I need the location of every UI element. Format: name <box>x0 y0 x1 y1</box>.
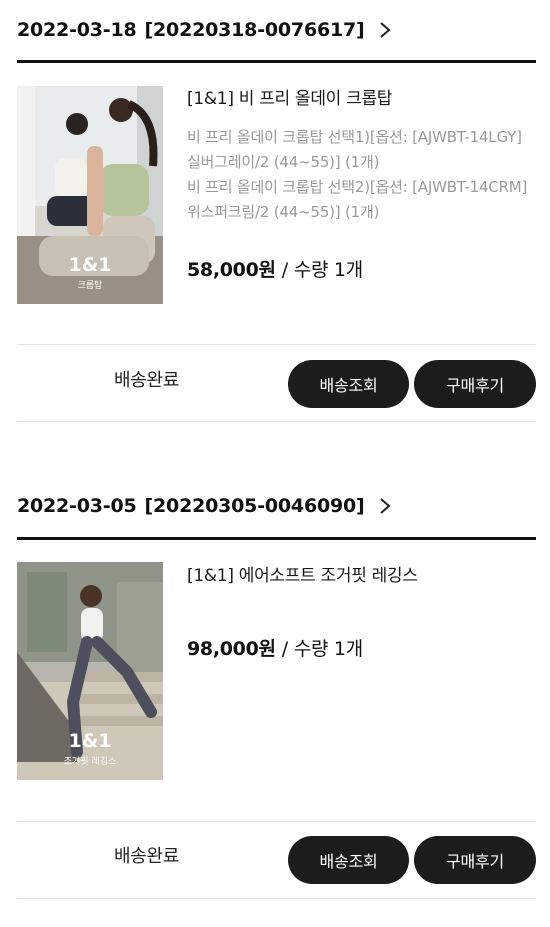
product-info: [1&1] 비 프리 올데이 크롭탑 비 프리 올데이 크롭탑 선택1)[옵션:… <box>187 87 539 225</box>
image-badge-sub: 크롭탑 <box>77 281 103 291</box>
divider <box>17 421 536 422</box>
product-name[interactable]: [1&1] 비 프리 올데이 크롭탑 <box>187 87 539 111</box>
price-quantity: 98,000원 / 수량 1개 <box>187 634 363 661</box>
image-badge-main: 1&1 <box>68 254 112 276</box>
order-divider <box>17 537 536 540</box>
price: 98,000원 <box>187 638 276 660</box>
order-divider <box>17 60 536 63</box>
divider <box>17 344 536 345</box>
product-name[interactable]: [1&1] 에어소프트 조거핏 레깅스 <box>187 564 539 588</box>
write-review-button[interactable]: 구매후기 <box>414 836 536 884</box>
product-info: [1&1] 에어소프트 조거핏 레깅스 <box>187 564 539 588</box>
price: 58,000원 <box>187 259 276 281</box>
delivery-status: 배송완료 <box>114 846 180 867</box>
order-date: 2022-03-05 <box>17 495 137 517</box>
order-header-link[interactable]: 2022-03-18 [20220318-0076617] <box>17 0 391 60</box>
order-card: 2022-03-05 [20220305-0046090] 1&1 조거핏 레깅… <box>0 476 550 927</box>
delivery-status: 배송완료 <box>114 370 180 391</box>
separator: / <box>281 259 288 281</box>
order-header-link[interactable]: 2022-03-05 [20220305-0046090] <box>17 476 391 536</box>
divider <box>17 898 536 899</box>
track-delivery-button[interactable]: 배송조회 <box>288 836 409 884</box>
price-quantity: 58,000원 / 수량 1개 <box>187 255 363 282</box>
product-image[interactable]: 1&1 크롭탑 <box>17 86 163 304</box>
order-card: 2022-03-18 [20220318-0076617] 1&1 크롭탑 [1… <box>0 0 550 430</box>
order-number: [20220305-0046090] <box>144 495 365 517</box>
option-text: 비 프리 올데이 크롭탑 선택2)[옵션: [AJWBT-14CRM] 위스퍼크… <box>187 178 528 221</box>
option-text: 비 프리 올데이 크롭탑 선택1)[옵션: [AJWBT-14LGY] 실버그레… <box>187 128 522 171</box>
image-badge-sub: 조거핏 레깅스 <box>63 757 117 767</box>
write-review-button[interactable]: 구매후기 <box>414 360 536 408</box>
quantity: 수량 1개 <box>293 638 363 660</box>
divider <box>17 821 536 822</box>
image-badge-main: 1&1 <box>68 730 112 752</box>
chevron-right-icon <box>379 22 391 38</box>
product-image[interactable]: 1&1 조거핏 레깅스 <box>17 562 163 780</box>
order-date: 2022-03-18 <box>17 19 137 41</box>
chevron-right-icon <box>379 498 391 514</box>
quantity: 수량 1개 <box>293 259 363 281</box>
separator: / <box>281 638 288 660</box>
track-delivery-button[interactable]: 배송조회 <box>288 360 409 408</box>
order-number: [20220318-0076617] <box>144 19 365 41</box>
